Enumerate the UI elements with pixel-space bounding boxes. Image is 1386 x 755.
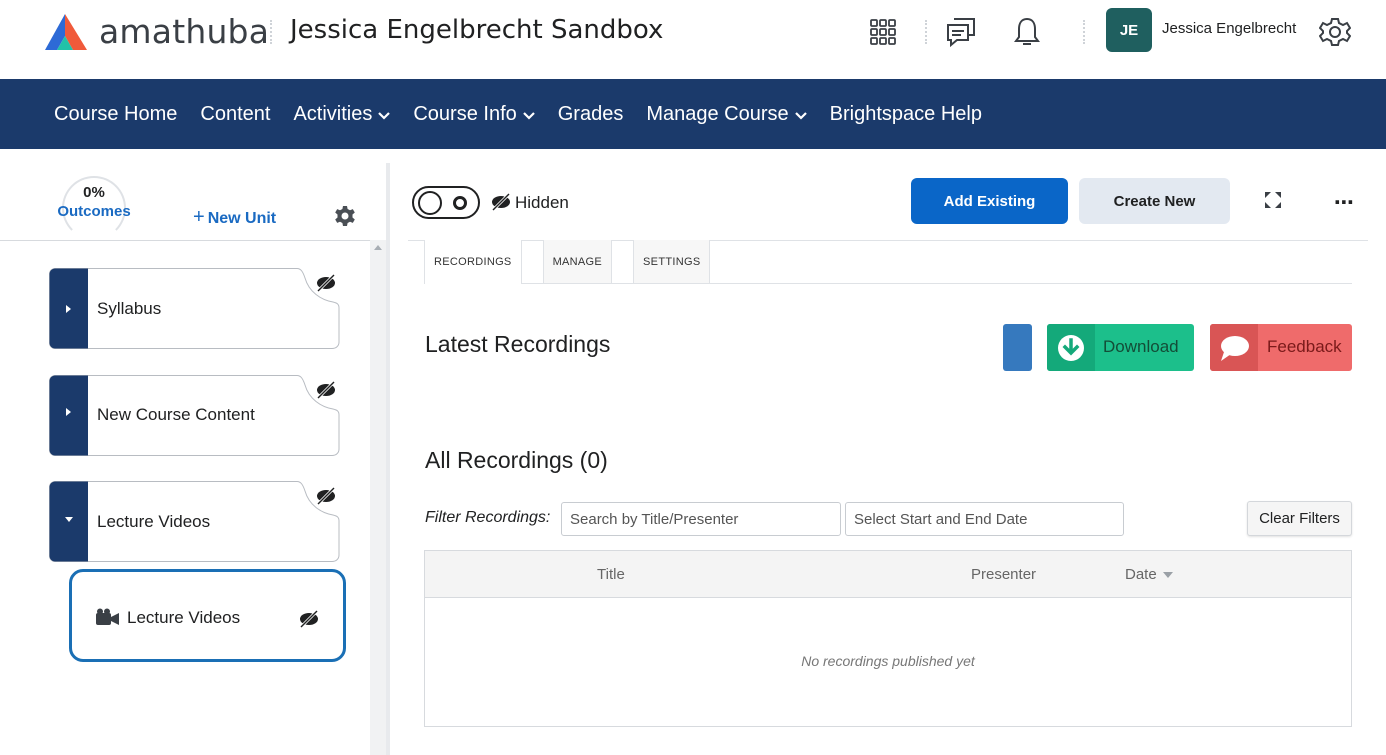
- column-header-title[interactable]: Title: [597, 566, 625, 583]
- amathuba-logo-mark-icon: [45, 14, 87, 50]
- add-existing-button[interactable]: Add Existing: [911, 178, 1068, 224]
- all-recordings-heading: All Recordings (0): [425, 447, 608, 473]
- nav-grades[interactable]: Grades: [558, 103, 624, 126]
- header-divider: [925, 20, 927, 44]
- tabs-divider: [521, 283, 1352, 284]
- settings-gear-icon[interactable]: [1318, 14, 1352, 50]
- column-header-date[interactable]: Date: [1125, 566, 1173, 583]
- download-label: Download: [1103, 337, 1179, 356]
- nav-label: Content: [200, 102, 271, 125]
- sidebar-scrollbar[interactable]: [370, 240, 386, 755]
- header-divider: [1083, 20, 1085, 44]
- new-unit-button[interactable]: + New Unit: [193, 206, 276, 229]
- unit-label: Lecture Videos: [97, 512, 211, 531]
- nav-label: Course Info: [413, 102, 517, 125]
- top-bar: amathuba Jessica Engelbrecht Sandbox JE …: [0, 0, 1386, 79]
- hidden-eye-icon: [316, 487, 336, 505]
- download-button[interactable]: Download: [1047, 324, 1194, 371]
- new-unit-label: New Unit: [207, 210, 277, 227]
- feedback-label: Feedback: [1267, 337, 1342, 356]
- expand-caret-icon[interactable]: [65, 304, 73, 314]
- visibility-status-label: Hidden: [515, 193, 569, 212]
- column-header-date-label: Date: [1125, 566, 1157, 583]
- scroll-up-arrow-icon[interactable]: [374, 245, 382, 250]
- hidden-eye-icon: [299, 610, 319, 628]
- nav-label: Course Home: [54, 102, 178, 125]
- tab-manage[interactable]: MANAGE: [542, 240, 613, 284]
- unit-label: New Course Content: [97, 405, 255, 424]
- search-title-presenter-input[interactable]: [561, 502, 841, 536]
- org-title[interactable]: Jessica Engelbrecht Sandbox: [290, 13, 663, 47]
- nav-label: Activities: [293, 102, 373, 125]
- course-navbar: Course Home Content Activities Course In…: [0, 79, 1386, 149]
- user-name[interactable]: Jessica Engelbrecht: [1162, 20, 1296, 37]
- chevron-down-icon: [794, 103, 807, 126]
- tab-recordings[interactable]: RECORDINGS: [424, 240, 522, 284]
- latest-recordings-heading: Latest Recordings: [425, 331, 611, 357]
- nav-manage-course[interactable]: Manage Course: [646, 102, 807, 126]
- nav-label: Brightspace Help: [829, 102, 982, 125]
- lesson-label: Lecture Videos: [127, 608, 241, 627]
- table-header: Title Presenter Date: [425, 551, 1351, 598]
- logo-text: amathuba: [99, 12, 270, 51]
- waffle-menu-icon[interactable]: [866, 14, 900, 50]
- outcomes-progress[interactable]: 0% Outcomes: [52, 176, 136, 240]
- filter-recordings-label: Filter Recordings:: [425, 509, 551, 526]
- plus-icon: +: [193, 206, 205, 228]
- hidden-eye-icon: [491, 193, 511, 211]
- unit-label: Syllabus: [97, 299, 162, 318]
- speech-bubble-icon: [1210, 324, 1258, 371]
- nav-course-home[interactable]: Course Home: [54, 103, 177, 126]
- notifications-bell-icon[interactable]: [1010, 14, 1044, 50]
- expand-caret-icon[interactable]: [65, 407, 73, 417]
- clear-filters-button[interactable]: Clear Filters: [1247, 501, 1352, 536]
- panel-divider[interactable]: [386, 163, 390, 755]
- create-new-button[interactable]: Create New: [1079, 178, 1230, 224]
- nav-activities[interactable]: Activities: [293, 102, 391, 126]
- nav-label: Manage Course: [646, 102, 789, 125]
- chevron-down-icon: [522, 103, 535, 126]
- recordings-table: Title Presenter Date No recordings publi…: [424, 550, 1352, 727]
- toc-settings-gear-icon[interactable]: [334, 205, 356, 232]
- chevron-down-icon: [378, 103, 391, 126]
- empty-table-message: No recordings published yet: [801, 653, 975, 669]
- download-arrow-icon: [1047, 324, 1095, 371]
- fullscreen-expand-icon[interactable]: [1263, 190, 1283, 210]
- blue-action-button[interactable]: [1003, 324, 1032, 371]
- nav-brightspace-help[interactable]: Brightspace Help: [830, 103, 982, 126]
- tab-settings[interactable]: SETTINGS: [633, 240, 711, 284]
- outcomes-label: Outcomes: [57, 203, 131, 220]
- more-options-icon[interactable]: ⋯: [1334, 190, 1355, 215]
- user-avatar[interactable]: JE: [1106, 8, 1152, 52]
- toggle-indicator: [453, 196, 467, 210]
- sort-down-icon: [1162, 572, 1173, 579]
- nav-label: Grades: [557, 102, 624, 125]
- outcomes-percent: 0%: [83, 184, 105, 201]
- column-header-presenter[interactable]: Presenter: [971, 566, 1036, 583]
- feedback-button[interactable]: Feedback: [1210, 324, 1352, 371]
- unit-syllabus[interactable]: Syllabus: [49, 268, 340, 349]
- hidden-eye-icon: [316, 274, 336, 292]
- lti-tabs: RECORDINGS MANAGE SETTINGS: [424, 240, 731, 284]
- header-divider: [270, 20, 272, 44]
- lesson-lecture-videos-selected[interactable]: Lecture Videos: [69, 569, 346, 662]
- message-alerts-icon[interactable]: [944, 14, 978, 50]
- date-range-input[interactable]: [845, 502, 1124, 536]
- unit-new-course-content[interactable]: New Course Content: [49, 375, 340, 456]
- collapse-caret-icon[interactable]: [64, 516, 74, 524]
- nav-course-info[interactable]: Course Info: [413, 102, 535, 126]
- video-camera-icon: [96, 608, 119, 625]
- visibility-toggle[interactable]: [412, 186, 480, 219]
- toggle-knob: [418, 191, 442, 215]
- amathuba-logo[interactable]: amathuba: [43, 12, 269, 52]
- nav-content[interactable]: Content: [200, 103, 270, 126]
- sidebar-divider: [0, 240, 370, 241]
- unit-lecture-videos[interactable]: Lecture Videos: [49, 481, 340, 562]
- unit-card-shape: [49, 268, 340, 349]
- hidden-eye-icon: [316, 381, 336, 399]
